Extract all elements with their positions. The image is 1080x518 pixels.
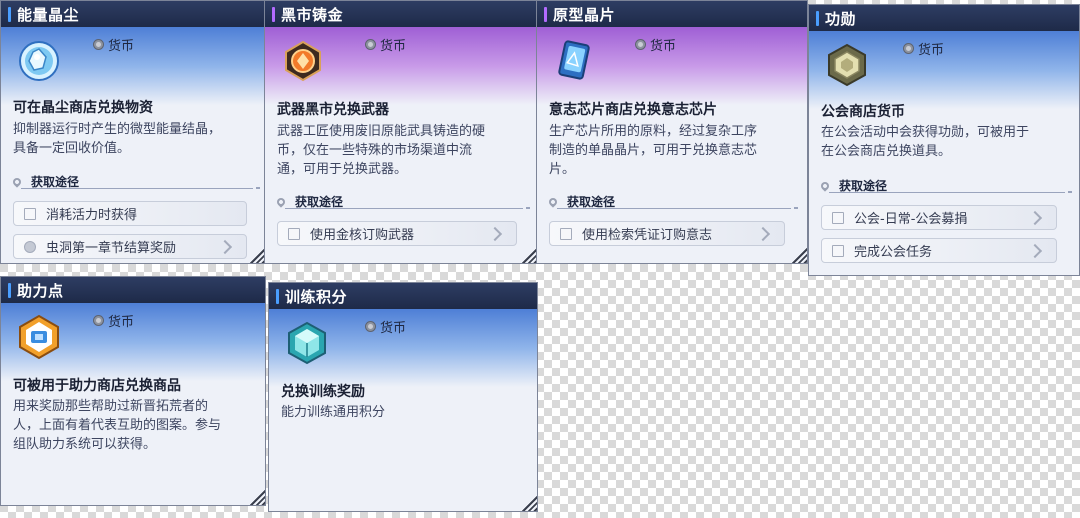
card-subtitle: 兑换训练奖励 — [281, 384, 365, 400]
currency-badge: 货币 — [365, 35, 406, 54]
card-description: 用来奖励那些帮助过新晋拓荒者的 人，上面有着代表互助的图案。参与 组队助力系统可以获… — [13, 399, 222, 452]
card-subtitle: 可被用于助力商店兑换商品 — [13, 378, 181, 394]
item-card-merit: 功勋 货币 公会商店货币 在公会活动中会获得功勋，可被用于 在公会商店兑换道具。 … — [808, 4, 1080, 276]
location-pin-icon — [275, 195, 287, 208]
card-title: 原型晶片 — [553, 5, 616, 24]
document-icon — [832, 244, 844, 257]
chevron-right-icon — [487, 226, 503, 241]
chevron-right-icon — [1027, 210, 1043, 225]
accent-bar — [272, 6, 275, 22]
document-icon — [24, 207, 36, 220]
chevron-right-icon — [217, 239, 233, 254]
item-card-energy-crystal-dust: 能量晶尘 货币 可在晶尘商店兑换物资 抑制器运行时产生的微型能量结晶， 具备一定回… — [0, 0, 266, 264]
training-points-icon — [288, 321, 326, 365]
card-header: 训练积分 — [269, 283, 537, 309]
card-description: 能力训练通用积分 — [281, 405, 386, 420]
chevron-right-icon — [755, 226, 771, 241]
item-card-black-market-coin: 黑市铸金 货币 武器黑市兑换武器 武器工匠使用废旧原能武具铸造的硬 币，仅在一些特… — [264, 0, 538, 264]
accent-bar — [544, 6, 547, 22]
document-icon — [560, 227, 572, 240]
card-description: 生产芯片所用的原料，经过复杂工序 制造的单晶晶片，可用于兑换意志芯 片。 — [549, 124, 758, 177]
card-title: 能量晶尘 — [17, 5, 80, 24]
coin-icon — [93, 39, 104, 50]
chevron-right-icon — [1027, 243, 1043, 258]
card-header: 功勋 — [809, 5, 1079, 31]
coin-icon — [93, 315, 104, 326]
energy-crystal-dust-icon — [19, 41, 59, 81]
item-card-assist-point: 助力点 货币 可被用于助力商店兑换商品 用来奖励那些帮助过新晋拓荒者的 人，上面有… — [0, 276, 266, 506]
coin-icon — [903, 43, 914, 54]
location-pin-icon — [819, 179, 831, 192]
card-header: 原型晶片 — [537, 1, 807, 27]
card-description: 在公会活动中会获得功勋，可被用于 在公会商店兑换道具。 — [821, 125, 1030, 159]
source-item[interactable]: 虫洞第一章节结算奖励 — [13, 234, 247, 259]
location-pin-icon — [547, 195, 559, 208]
card-description: 抑制器运行时产生的微型能量结晶， 具备一定回收价值。 — [13, 122, 222, 156]
black-market-coin-icon — [285, 40, 321, 82]
currency-badge: 货币 — [903, 39, 944, 58]
location-pin-icon — [11, 175, 23, 188]
card-title: 黑市铸金 — [281, 5, 344, 24]
card-subtitle: 武器黑市兑换武器 — [277, 102, 389, 118]
accent-bar — [816, 10, 819, 26]
currency-badge: 货币 — [365, 317, 406, 336]
source-item[interactable]: 公会-日常-公会募捐 — [821, 205, 1057, 230]
card-title: 训练积分 — [285, 287, 348, 306]
item-card-training-points: 训练积分 货币 兑换训练奖励 能力训练通用积分 — [268, 282, 538, 512]
wormhole-icon — [24, 240, 36, 253]
accent-bar — [276, 288, 279, 304]
assist-point-icon — [19, 314, 59, 360]
source-item[interactable]: 消耗活力时获得 — [13, 201, 247, 226]
document-icon — [832, 211, 844, 224]
currency-badge: 货币 — [93, 311, 134, 330]
accent-bar — [8, 282, 11, 298]
coin-icon — [365, 321, 376, 332]
coin-icon — [365, 39, 376, 50]
card-subtitle: 可在晶尘商店兑换物资 — [13, 100, 153, 116]
item-card-prototype-chip: 原型晶片 货币 意志芯片商店兑换意志芯片 生产芯片所用的原料，经过复杂工序 制造的… — [536, 0, 808, 264]
coin-icon — [635, 39, 646, 50]
card-subtitle: 公会商店货币 — [821, 104, 905, 120]
source-item[interactable]: 使用检索凭证订购意志 — [549, 221, 785, 246]
document-icon — [288, 227, 300, 240]
prototype-chip-icon — [558, 40, 590, 80]
source-item[interactable]: 完成公会任务 — [821, 238, 1057, 263]
card-description: 武器工匠使用废旧原能武具铸造的硬 币，仅在一些特殊的市场渠道中流 通，可用于兑换武器… — [277, 124, 486, 177]
card-title: 助力点 — [17, 281, 64, 300]
card-title: 功勋 — [825, 9, 857, 28]
card-subtitle: 意志芯片商店兑换意志芯片 — [549, 102, 717, 118]
accent-bar — [8, 6, 11, 22]
source-item[interactable]: 使用金核订购武器 — [277, 221, 517, 246]
card-header: 能量晶尘 — [1, 1, 265, 27]
card-header: 黑市铸金 — [265, 1, 537, 27]
currency-badge: 货币 — [93, 35, 134, 54]
merit-icon — [828, 43, 866, 87]
currency-badge: 货币 — [635, 35, 676, 54]
card-header: 助力点 — [1, 277, 265, 303]
